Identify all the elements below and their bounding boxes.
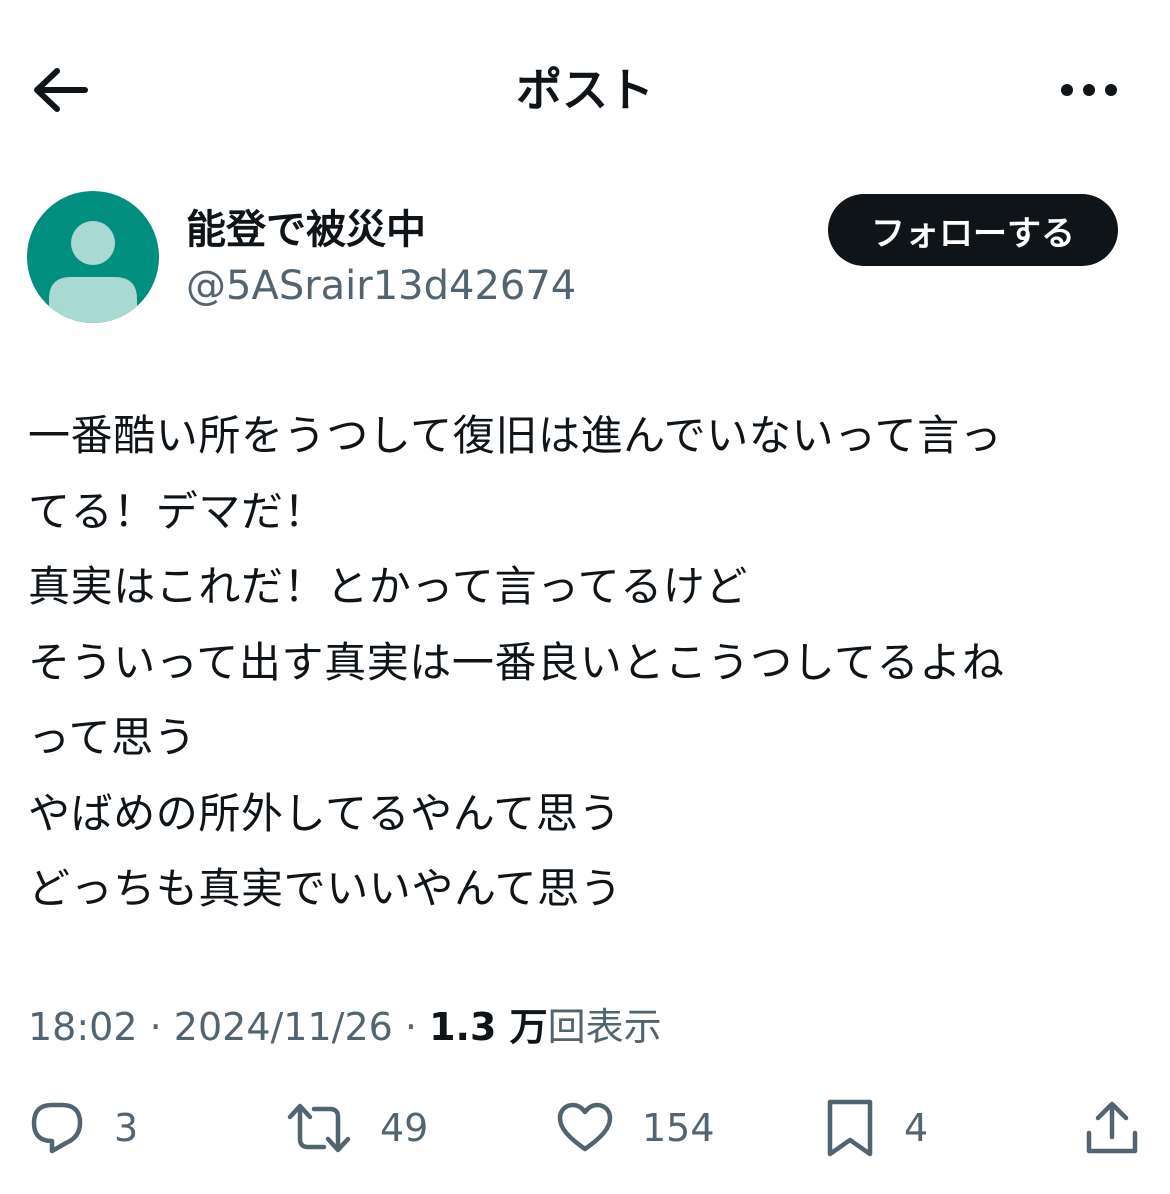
reply-count: 3 bbox=[114, 1106, 139, 1150]
repost-count: 49 bbox=[380, 1106, 429, 1150]
top-bar: ポスト bbox=[0, 0, 1170, 180]
author-display-name[interactable]: 能登で被災中 bbox=[186, 202, 426, 258]
tweet-text-line: って思う bbox=[28, 713, 197, 762]
bookmark-button[interactable]: 4 bbox=[824, 1094, 928, 1162]
page-title: ポスト bbox=[516, 63, 654, 117]
reply-button[interactable]: 3 bbox=[28, 1094, 138, 1162]
follow-button[interactable]: フォローする bbox=[828, 194, 1118, 266]
bookmark-count: 4 bbox=[904, 1106, 929, 1150]
tweet-text-line: やばめの所外してるやんて思う bbox=[28, 788, 622, 838]
share-button[interactable] bbox=[1084, 1094, 1140, 1162]
reply-icon bbox=[28, 1099, 86, 1157]
tweet-text: 一番酷い所をうつして復旧は進んでいないって言っ てる！デマだ！ 真実はこれだ！と… bbox=[28, 398, 1138, 927]
post-time[interactable]: 18:02 bbox=[28, 1005, 138, 1049]
repost-button[interactable]: 49 bbox=[286, 1094, 428, 1162]
tweet-meta: 18:02 · 2024/11/26 · 1.3 万回表示 bbox=[28, 1000, 662, 1054]
bookmark-icon bbox=[824, 1098, 876, 1158]
author-handle[interactable]: @5ASrair13d42674 bbox=[186, 258, 576, 314]
more-options-button[interactable] bbox=[1054, 58, 1124, 122]
tweet-text-line: 一番酷い所をうつして復旧は進んでいないって言っ bbox=[28, 411, 1003, 460]
tweet-text-line: そういって出す真実は一番良いとこうつしてるよね bbox=[28, 637, 1005, 687]
heart-icon bbox=[556, 1099, 614, 1157]
tweet-text-line: どっちも真実でいいやんて思う bbox=[28, 864, 623, 913]
avatar[interactable] bbox=[27, 191, 159, 323]
meta-separator: · bbox=[404, 1005, 418, 1049]
views-label: 回表示 bbox=[547, 1005, 662, 1049]
post-date[interactable]: 2024/11/26 bbox=[174, 1005, 393, 1049]
meta-separator: · bbox=[149, 1005, 162, 1049]
repost-icon bbox=[286, 1099, 352, 1157]
tweet-text-line: 真実はこれだ！とかって言ってるけど bbox=[28, 562, 749, 611]
more-horizontal-icon bbox=[1059, 82, 1119, 98]
like-count: 154 bbox=[642, 1106, 715, 1150]
default-avatar-icon bbox=[27, 191, 159, 323]
views-count: 1.3 万 bbox=[429, 1005, 548, 1049]
action-bar: 3 49 154 4 bbox=[0, 1094, 1170, 1162]
tweet-text-line: てる！デマだ！ bbox=[28, 486, 327, 536]
like-button[interactable]: 154 bbox=[556, 1094, 715, 1162]
share-icon bbox=[1084, 1099, 1140, 1157]
